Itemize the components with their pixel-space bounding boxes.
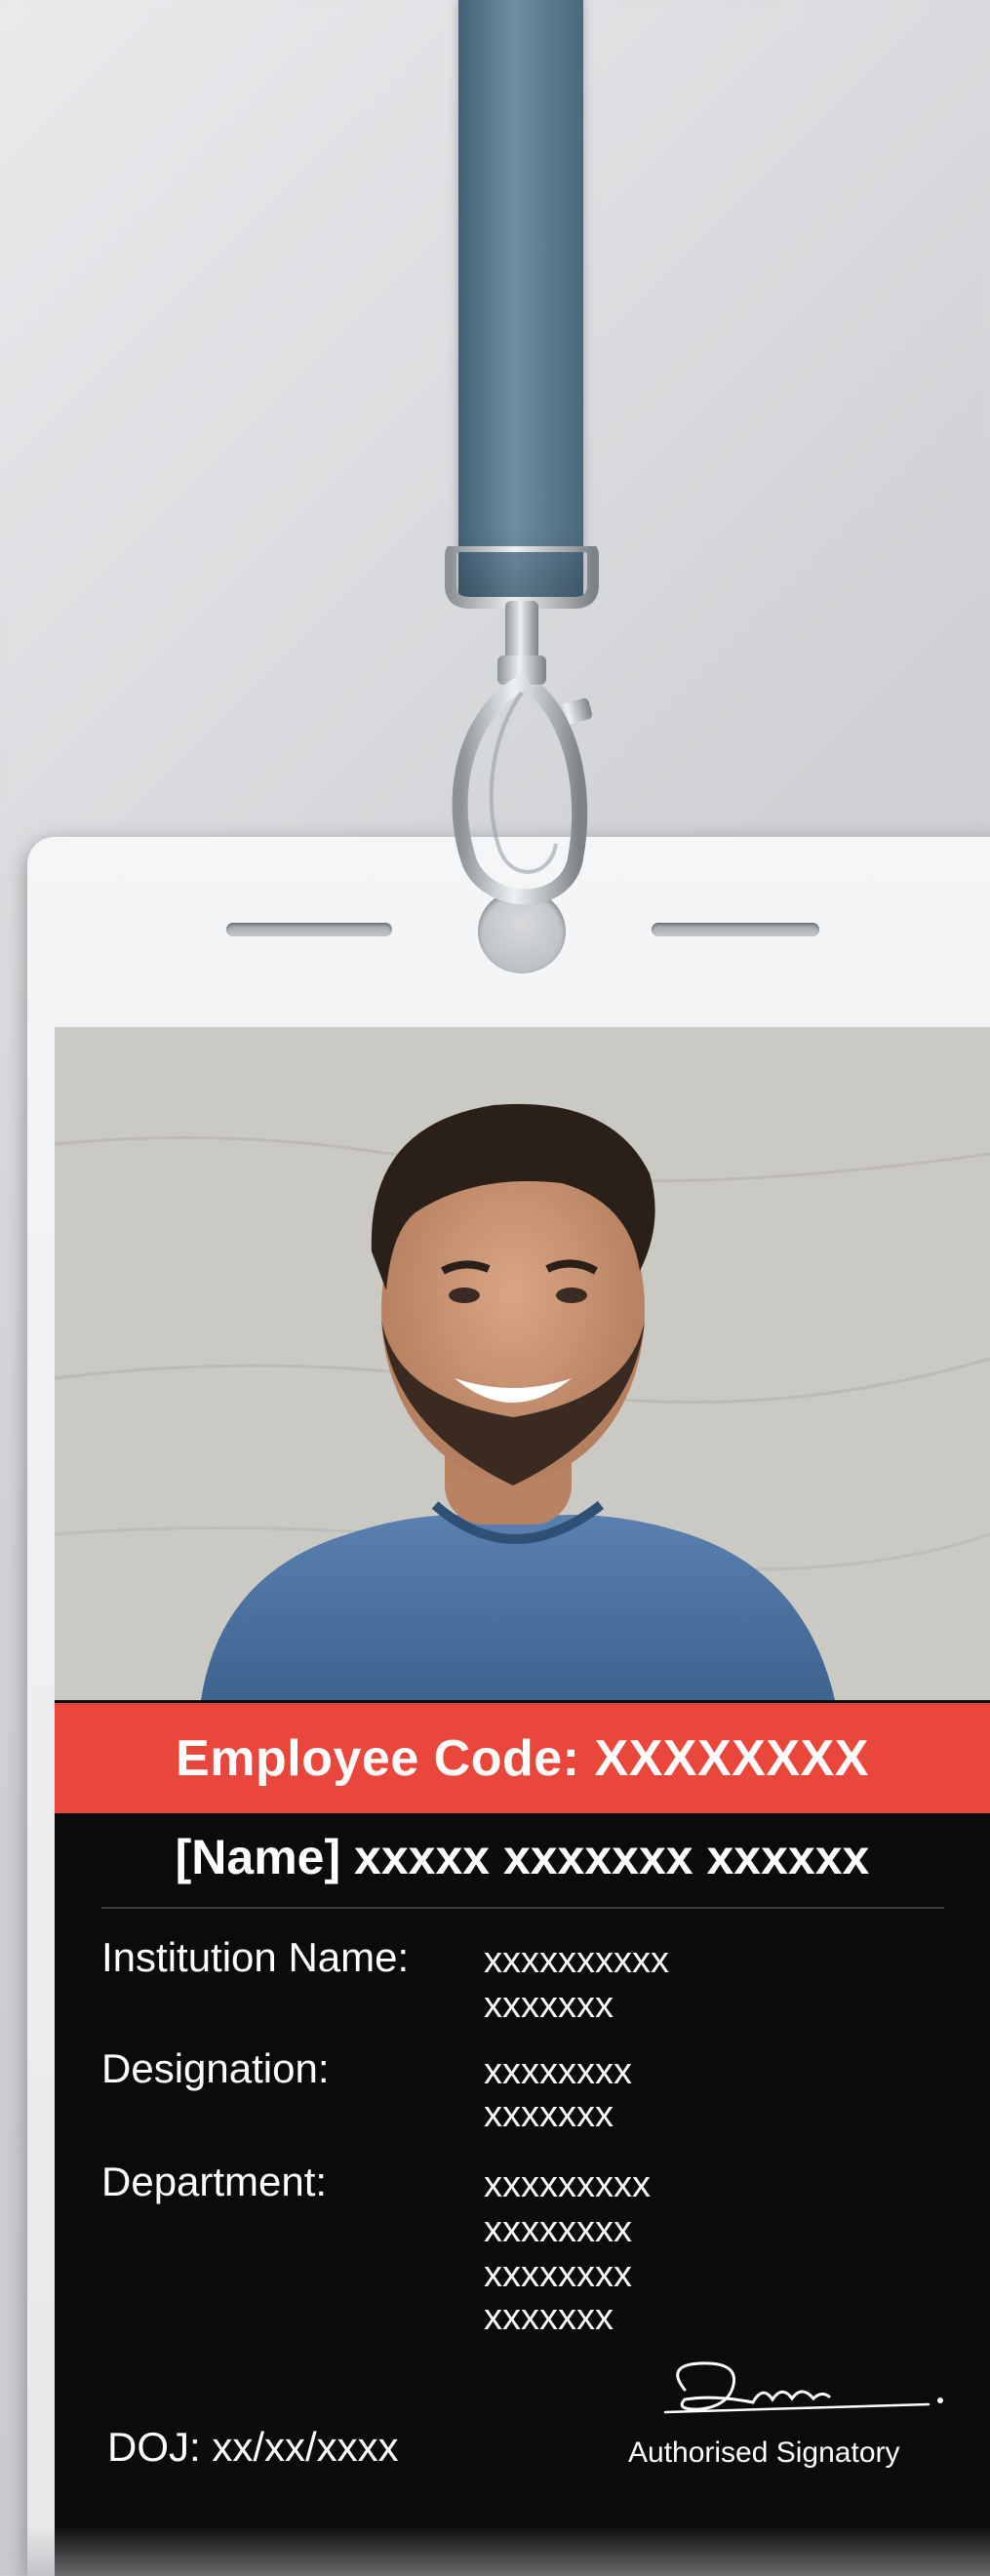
authorised-signatory-label: Authorised Signatory [628, 2437, 900, 2469]
lanyard-strap [458, 0, 583, 597]
employee-code: Employee Code: XXXXXXXX [176, 1729, 869, 1787]
date-of-joining: DOJ: xx/xx/xxxx [107, 2424, 399, 2470]
employee-code-bar: Employee Code: XXXXXXXX [55, 1703, 990, 1813]
employee-photo-illustration [55, 1027, 990, 1700]
holder-slot-left [226, 923, 392, 936]
signature-icon [663, 2361, 943, 2414]
id-card: Employee Code: XXXXXXXX [Name] xxxxx xxx… [55, 1027, 990, 2576]
designation-label: Designation: [101, 2045, 330, 2091]
employee-name: [Name] xxxxx xxxxxxx xxxxxx [175, 1830, 870, 1884]
holder-bottom-edge [27, 2526, 990, 2576]
lanyard-clip-icon [445, 546, 599, 905]
designation-value-line-1: xxxxxxxx [484, 2051, 632, 2092]
institution-name-value-line-2: xxxxxxx [484, 1985, 614, 2026]
department-value-line-1: xxxxxxxxx [484, 2164, 651, 2205]
institution-name-value-line-1: xxxxxxxxxx [484, 1940, 669, 1981]
institution-name-label: Institution Name: [101, 1934, 410, 1980]
department-value-line-3: xxxxxxxx [484, 2254, 632, 2295]
name-divider [101, 1907, 944, 1909]
department-value-line-2: xxxxxxxx [484, 2209, 632, 2250]
department-value-line-4: xxxxxxx [484, 2297, 614, 2338]
department-label: Department: [101, 2159, 328, 2204]
employee-photo [55, 1027, 990, 1700]
designation-value-line-2: xxxxxxx [484, 2094, 614, 2135]
holder-slot-right [652, 923, 819, 936]
